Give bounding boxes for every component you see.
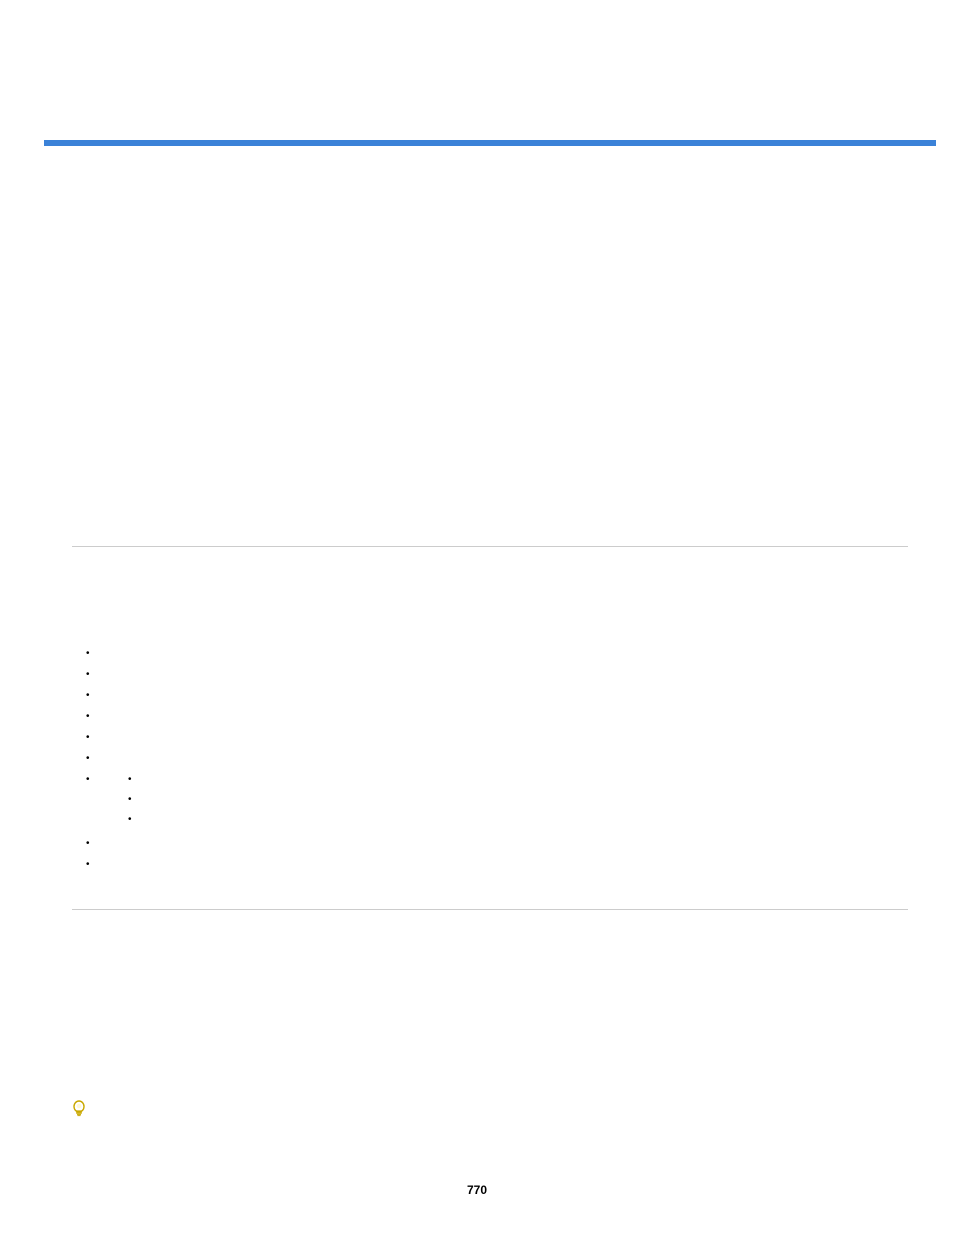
document-page	[0, 0, 954, 1118]
section-divider	[72, 909, 908, 910]
list-item	[122, 809, 906, 829]
list-item	[80, 748, 906, 769]
section-divider	[72, 546, 908, 547]
bullet-list-area	[80, 643, 906, 875]
list-item	[80, 664, 906, 685]
page-number: 770	[0, 1183, 954, 1197]
list-item	[122, 769, 906, 789]
list-item	[80, 727, 906, 748]
list-item	[80, 854, 906, 875]
bullet-sublist	[122, 769, 906, 829]
tip-row	[72, 1100, 906, 1118]
page-content	[44, 546, 934, 1118]
lightbulb-icon	[72, 1100, 86, 1118]
list-item	[80, 769, 906, 829]
list-item	[80, 643, 906, 664]
list-item	[80, 706, 906, 727]
header-rule	[44, 140, 936, 146]
bullet-list	[80, 643, 906, 875]
list-item	[80, 833, 906, 854]
list-item	[122, 789, 906, 809]
list-item	[80, 685, 906, 706]
